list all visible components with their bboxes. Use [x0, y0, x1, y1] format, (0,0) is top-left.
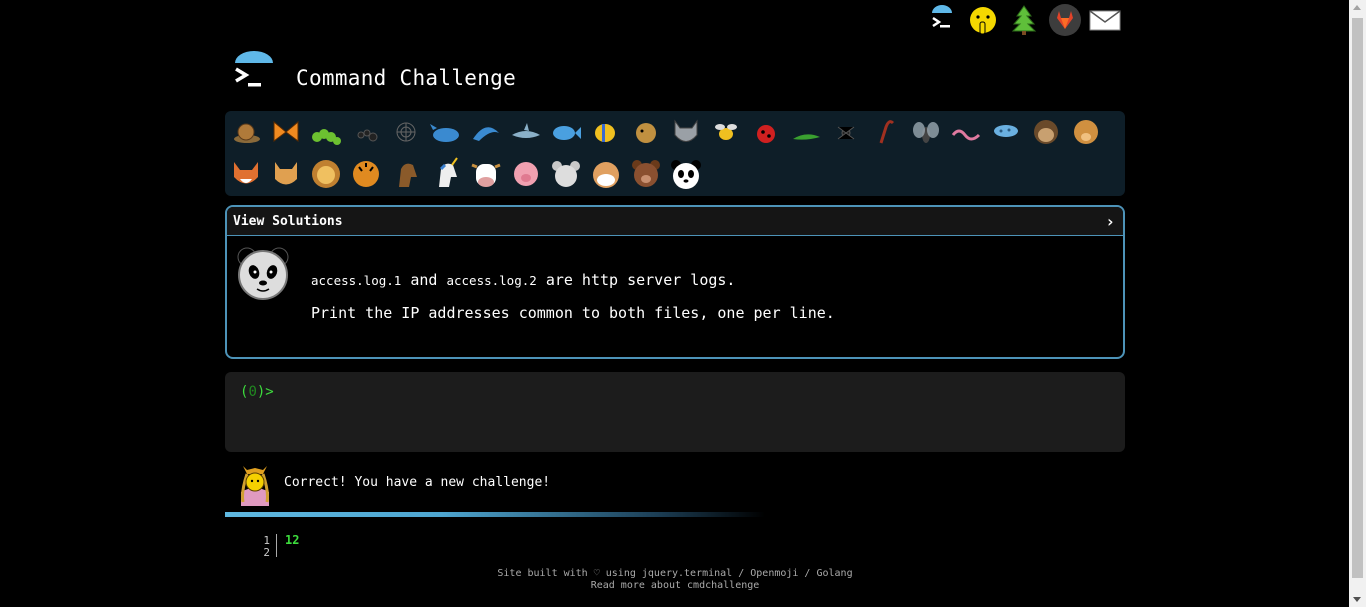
page-scrollbar[interactable] — [1349, 0, 1366, 607]
animal-mouse[interactable] — [552, 161, 580, 187]
animal-dolphin[interactable] — [473, 127, 499, 141]
animal-ladybug[interactable] — [757, 125, 775, 143]
challenge-task: Print the IP addresses common to both fi… — [311, 304, 835, 322]
desc-conj: and — [410, 271, 438, 289]
file-name-1: access.log.1 — [311, 273, 402, 288]
animal-whale[interactable] — [430, 124, 459, 142]
challenge-selector — [225, 111, 1125, 196]
view-solutions-toggle[interactable]: View Solutions › — [227, 207, 1123, 236]
challenge-animals — [234, 119, 1098, 193]
challenge-panel: View Solutions › access.log.1 and access… — [225, 205, 1125, 359]
animal-horse[interactable] — [399, 163, 417, 187]
scrollbar-thumb[interactable] — [1352, 18, 1363, 578]
animal-wolf[interactable] — [674, 119, 698, 142]
site-header: Command Challenge — [225, 44, 625, 104]
site-title: Command Challenge — [296, 66, 517, 90]
elf-icon — [233, 462, 277, 506]
line-divider — [276, 534, 277, 557]
scroll-down-arrow[interactable] — [1353, 597, 1361, 602]
animal-monkey[interactable] — [1034, 120, 1058, 144]
animal-spider-web[interactable] — [396, 122, 416, 142]
animal-panda[interactable] — [667, 155, 705, 193]
animal-cat[interactable] — [275, 162, 297, 185]
scroll-up-arrow[interactable] — [1353, 5, 1361, 10]
animal-microbe[interactable] — [994, 125, 1018, 137]
terminal-prompt: (0)> — [240, 384, 274, 400]
progress-bar — [225, 512, 765, 517]
terminal[interactable]: (0)> — [225, 372, 1125, 452]
panda-icon — [233, 245, 293, 301]
gitlab-icon[interactable] — [1047, 2, 1083, 38]
animal-pig[interactable] — [514, 162, 538, 186]
site-logo-icon[interactable] — [233, 48, 275, 92]
animal-worm[interactable] — [951, 129, 981, 141]
animal-unicorn[interactable] — [439, 157, 458, 187]
animal-spider[interactable] — [837, 126, 855, 140]
animal-fish[interactable] — [553, 126, 581, 140]
animal-butterfly[interactable] — [273, 120, 299, 142]
animal-tiger[interactable] — [353, 161, 379, 187]
challenge-description: access.log.1 and access.log.2 are http s… — [311, 271, 735, 289]
line-number: 2 — [263, 546, 270, 559]
animal-bear[interactable] — [632, 160, 660, 187]
animal-ant[interactable] — [357, 129, 378, 142]
read-more-link[interactable]: Read more about cmdchallenge — [225, 580, 1125, 592]
animal-scorpion[interactable] — [879, 120, 895, 144]
animal-lizard[interactable] — [793, 134, 820, 140]
chevron-right-icon[interactable]: › — [1105, 212, 1115, 231]
footer: Site built with ♡ using jquery.terminal … — [225, 568, 1125, 592]
footer-credits[interactable]: Site built with ♡ using jquery.terminal … — [225, 568, 1125, 580]
animal-lion[interactable] — [312, 160, 340, 188]
status-message: Correct! You have a new challenge! — [225, 462, 785, 512]
animal-tropical-fish[interactable] — [595, 124, 615, 142]
animal-fly[interactable] — [913, 122, 939, 143]
envelope-icon[interactable] — [1087, 2, 1123, 38]
animal-snail[interactable] — [234, 123, 260, 143]
animal-fox[interactable] — [234, 162, 258, 184]
animal-pufferfish[interactable] — [636, 123, 656, 143]
animal-cow[interactable] — [471, 163, 501, 187]
animal-shark[interactable] — [512, 123, 540, 138]
file-name-2: access.log.2 — [446, 273, 537, 288]
output-value: 12 — [285, 533, 300, 547]
animal-dog[interactable] — [1074, 120, 1098, 144]
status-text: Correct! You have a new challenge! — [284, 475, 551, 490]
terminal-logo-icon[interactable] — [924, 2, 960, 38]
view-solutions-label: View Solutions — [233, 213, 343, 229]
animal-hamster[interactable] — [593, 162, 619, 188]
shushing-face-icon[interactable] — [965, 2, 1001, 38]
desc-rest: are http server logs. — [545, 271, 736, 289]
tree-icon[interactable] — [1006, 2, 1042, 38]
animal-bee[interactable] — [715, 124, 737, 140]
animal-caterpillar[interactable] — [312, 129, 341, 145]
